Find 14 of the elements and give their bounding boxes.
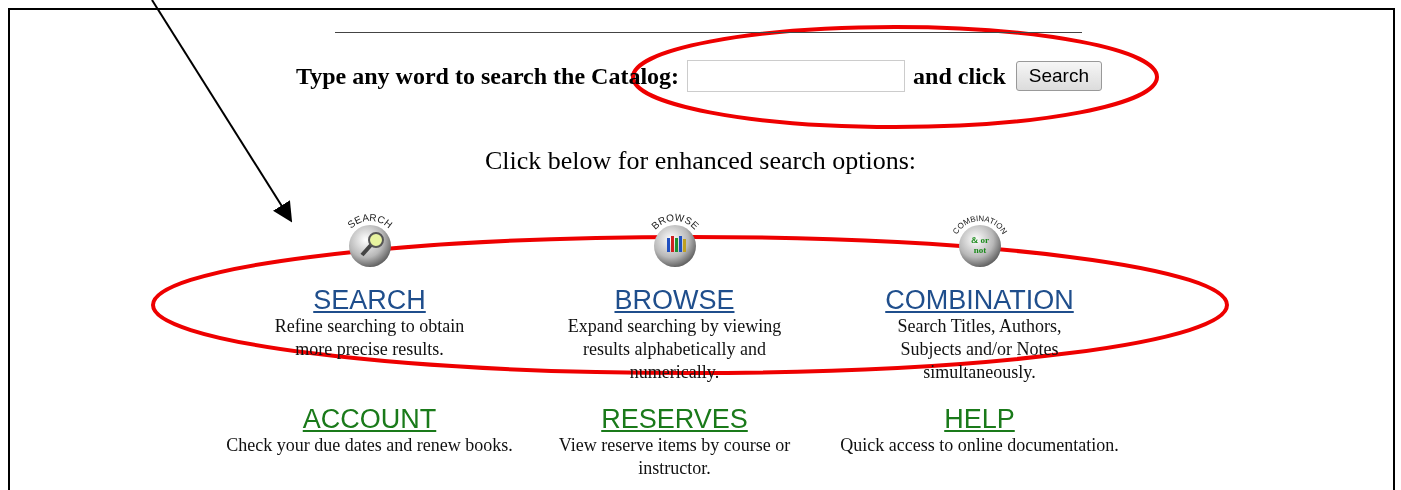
option-description: View reserve items by course or instructor. bbox=[558, 434, 791, 480]
option-link[interactable]: SEARCH bbox=[313, 285, 426, 315]
search-hint: and click bbox=[913, 62, 1006, 90]
search-button[interactable]: Search bbox=[1015, 61, 1102, 91]
option-link[interactable]: COMBINATION bbox=[885, 285, 1074, 315]
option-link[interactable]: ACCOUNT bbox=[302, 404, 437, 434]
option-description: Check your due dates and renew books. bbox=[226, 434, 513, 457]
option-link[interactable]: HELP bbox=[944, 404, 1015, 434]
option-description: Quick access to online documentation. bbox=[840, 434, 1119, 457]
search-field[interactable] bbox=[687, 60, 906, 92]
option-description: Search Titles, Authors, Subjects and/or Notes simultaneously. bbox=[897, 315, 1062, 384]
option-link[interactable]: RESERVES bbox=[601, 404, 748, 434]
options-heading: Click below for enhanced search options: bbox=[484, 146, 917, 176]
option-link[interactable]: BROWSE bbox=[614, 285, 735, 315]
